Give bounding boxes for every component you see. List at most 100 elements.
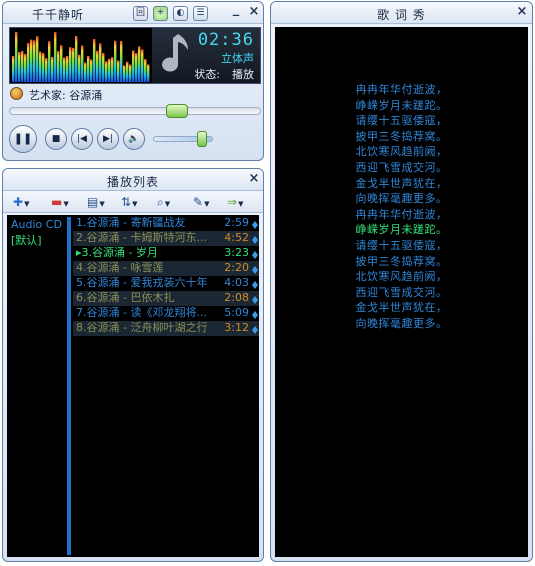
track-duration: 5:09 — [224, 306, 249, 319]
list-splitter[interactable] — [67, 217, 71, 555]
lyric-line: 金戈半世声犹在， — [355, 176, 448, 190]
seek-bar[interactable] — [9, 104, 261, 118]
artist-value: 谷源涌 — [69, 89, 103, 102]
lyric-line: 请缨十五驱倭寇， — [355, 239, 448, 252]
spectrum-bar — [36, 36, 39, 82]
remove-icon[interactable]: ▬▼ — [51, 194, 69, 210]
spectrum-bar — [144, 59, 147, 82]
spectrum-bar — [105, 61, 108, 82]
playlist-toolbar: ✚▼ ▬▼ ▤▼ ⇅▼ ⌕▼ ✎▼ ⇒▼ — [3, 191, 263, 213]
volume-slider[interactable] — [153, 131, 213, 147]
spectrum-bar — [69, 47, 72, 82]
lyric-line: 冉冉年华付逝波， — [355, 83, 448, 96]
spectrum-bar — [102, 53, 105, 82]
spectrum-bar — [147, 64, 150, 82]
artist-icon — [10, 87, 23, 100]
lyric-line: 北饮寒风趋前阙， — [355, 270, 448, 284]
pause-button[interactable]: ❚❚ — [9, 125, 37, 153]
playlist-close-button[interactable]: × — [247, 172, 261, 186]
spectrum-bar — [87, 55, 90, 82]
lyrics-available-icon — [252, 234, 258, 244]
spectrum-bar — [45, 58, 48, 82]
lyric-line: 西迎飞雪成交河。 — [355, 161, 448, 174]
spectrum-bar — [30, 39, 33, 82]
playlist-body: Audio CD [默认] 1.谷源涌 - 寄新疆战友 2:59 2.谷源涌 - 卡… — [7, 215, 259, 557]
lyric-line: 向晚挥毫趣更多。 — [355, 192, 448, 206]
list-icon[interactable]: ▤▼ — [87, 194, 105, 210]
spectrum-bar — [117, 60, 120, 82]
playback-controls: ❚❚ ■ |◀ ▶| 🔈 — [9, 122, 149, 156]
track-row[interactable]: 2.谷源涌 - 卡姆斯特河东... 4:52 — [73, 231, 259, 246]
spectrum-bar — [141, 49, 144, 82]
sort-icon[interactable]: ⇅▼ — [121, 194, 137, 210]
artist-info: 艺术家: 谷源涌 — [29, 87, 102, 103]
track-row[interactable]: 1.谷源涌 - 寄新疆战友 2:59 — [73, 216, 259, 231]
spectrum-bar — [129, 64, 132, 82]
lyrics-available-icon — [252, 324, 258, 334]
lyric-line-current: 峥嵘岁月未蹉跎。 — [355, 223, 448, 237]
next-button[interactable]: ▶| — [97, 128, 119, 150]
info-panel: 02:36 立体声 状态: 播放 — [152, 28, 260, 83]
track-title: 2.谷源涌 - 卡姆斯特河东... — [76, 231, 207, 244]
stop-button[interactable]: ■ — [45, 128, 67, 150]
playlist-window: 播放列表 × ✚▼ ▬▼ ▤▼ ⇅▼ ⌕▼ ✎▼ ⇒▼ Audio CD [默认… — [2, 168, 264, 562]
player-display: 02:36 立体声 状态: 播放 — [9, 27, 261, 84]
lyric-line: 金戈半世声犹在， — [355, 301, 448, 315]
track-title: 1.谷源涌 - 寄新疆战友 — [76, 216, 186, 229]
list-item-default[interactable]: [默认] — [11, 232, 42, 248]
list-item-audio-cd[interactable]: Audio CD — [11, 218, 62, 231]
track-duration: 4:03 — [224, 276, 249, 289]
spectrum-bar — [60, 45, 63, 82]
lyric-line: 北饮寒风趋前阙， — [355, 145, 448, 159]
lyric-line: 西迎飞雪成交河。 — [355, 285, 448, 299]
equalizer-icon[interactable]: ✳ — [153, 6, 168, 21]
lyric-line: 向晚挥毫趣更多。 — [355, 317, 448, 330]
previous-button[interactable]: |◀ — [71, 128, 93, 150]
edit-icon[interactable]: ✎▼ — [193, 194, 209, 210]
spectrum-bar — [111, 57, 114, 82]
spectrum-bar — [93, 39, 96, 82]
spectrum-bar — [75, 35, 78, 82]
spectrum-bar — [114, 40, 117, 82]
add-icon[interactable]: ✚▼ — [13, 194, 29, 210]
lyric-line: 冉冉年华付逝波， — [355, 207, 448, 221]
spectrum-bar — [48, 41, 51, 82]
playlist-toggle-icon[interactable]: ☰ — [193, 6, 208, 21]
volume-thumb[interactable] — [196, 131, 207, 147]
spectrum-bar — [138, 46, 141, 82]
lyric-line: 披甲三冬捣荐窝。 — [355, 129, 448, 143]
track-row[interactable]: ▸3.谷源涌 - 岁月 3:23 — [73, 246, 259, 261]
lyric-line: 请缨十五驱倭寇， — [355, 114, 448, 128]
mode-icon[interactable]: ⇒▼ — [227, 194, 243, 210]
spectrum-bar — [78, 54, 81, 82]
track-row[interactable]: 4.谷源涌 - 咏雪莲 2:20 — [73, 261, 259, 276]
spectrum-bar — [135, 53, 138, 82]
lyrics-window: 歌 词 秀 × 冉冉年华付逝波， 峥嵘岁月未蹉跎。 请缨十五驱倭寇， 披甲三冬捣荐窝。… — [270, 1, 533, 562]
playlist-title: 播放列表 — [106, 175, 159, 189]
spectrum-bar — [33, 40, 36, 82]
track-duration: 3:23 — [224, 246, 249, 259]
track-row[interactable]: 7.谷源涌 - 读《邓龙翔将... 5:09 — [73, 306, 259, 321]
playlist-titlebar[interactable]: 播放列表 × — [3, 169, 263, 191]
track-row[interactable]: 6.谷源涌 - 巴依木扎 2:08 — [73, 291, 259, 306]
visualizer-icon[interactable]: ◐ — [173, 6, 188, 21]
track-row[interactable]: 8.谷源涌 - 泛舟柳叶湖之行 3:12 — [73, 321, 259, 336]
main-titlebar[interactable]: 千千静听 回 ✳ ◐ ☰ _ × — [3, 2, 263, 24]
spectrum-bar — [126, 61, 129, 82]
track-title: ▸3.谷源涌 - 岁月 — [76, 246, 158, 259]
spectrum-bar — [123, 65, 126, 82]
lyrics-close-button[interactable]: × — [515, 5, 529, 19]
track-row[interactable]: 5.谷源涌 - 爱我戎装六十年 4:03 — [73, 276, 259, 291]
minimize-button[interactable]: _ — [229, 3, 243, 17]
mute-button[interactable]: 🔈 — [123, 128, 145, 150]
seek-thumb[interactable] — [166, 104, 189, 118]
close-button[interactable]: × — [247, 5, 261, 19]
lyrics-title: 歌 词 秀 — [377, 8, 426, 22]
spectrum-bar — [84, 62, 87, 82]
mini-mode-icon[interactable]: 回 — [133, 6, 148, 21]
lyrics-titlebar[interactable]: 歌 词 秀 × — [271, 2, 532, 24]
find-icon[interactable]: ⌕▼ — [157, 194, 170, 210]
time-display: 02:36 — [197, 30, 254, 50]
spectrum-bar — [81, 45, 84, 82]
lyrics-body: 冉冉年华付逝波， 峥嵘岁月未蹉跎。 请缨十五驱倭寇， 披甲三冬捣荐窝。 北饮寒风趋前阙，… — [275, 27, 528, 557]
